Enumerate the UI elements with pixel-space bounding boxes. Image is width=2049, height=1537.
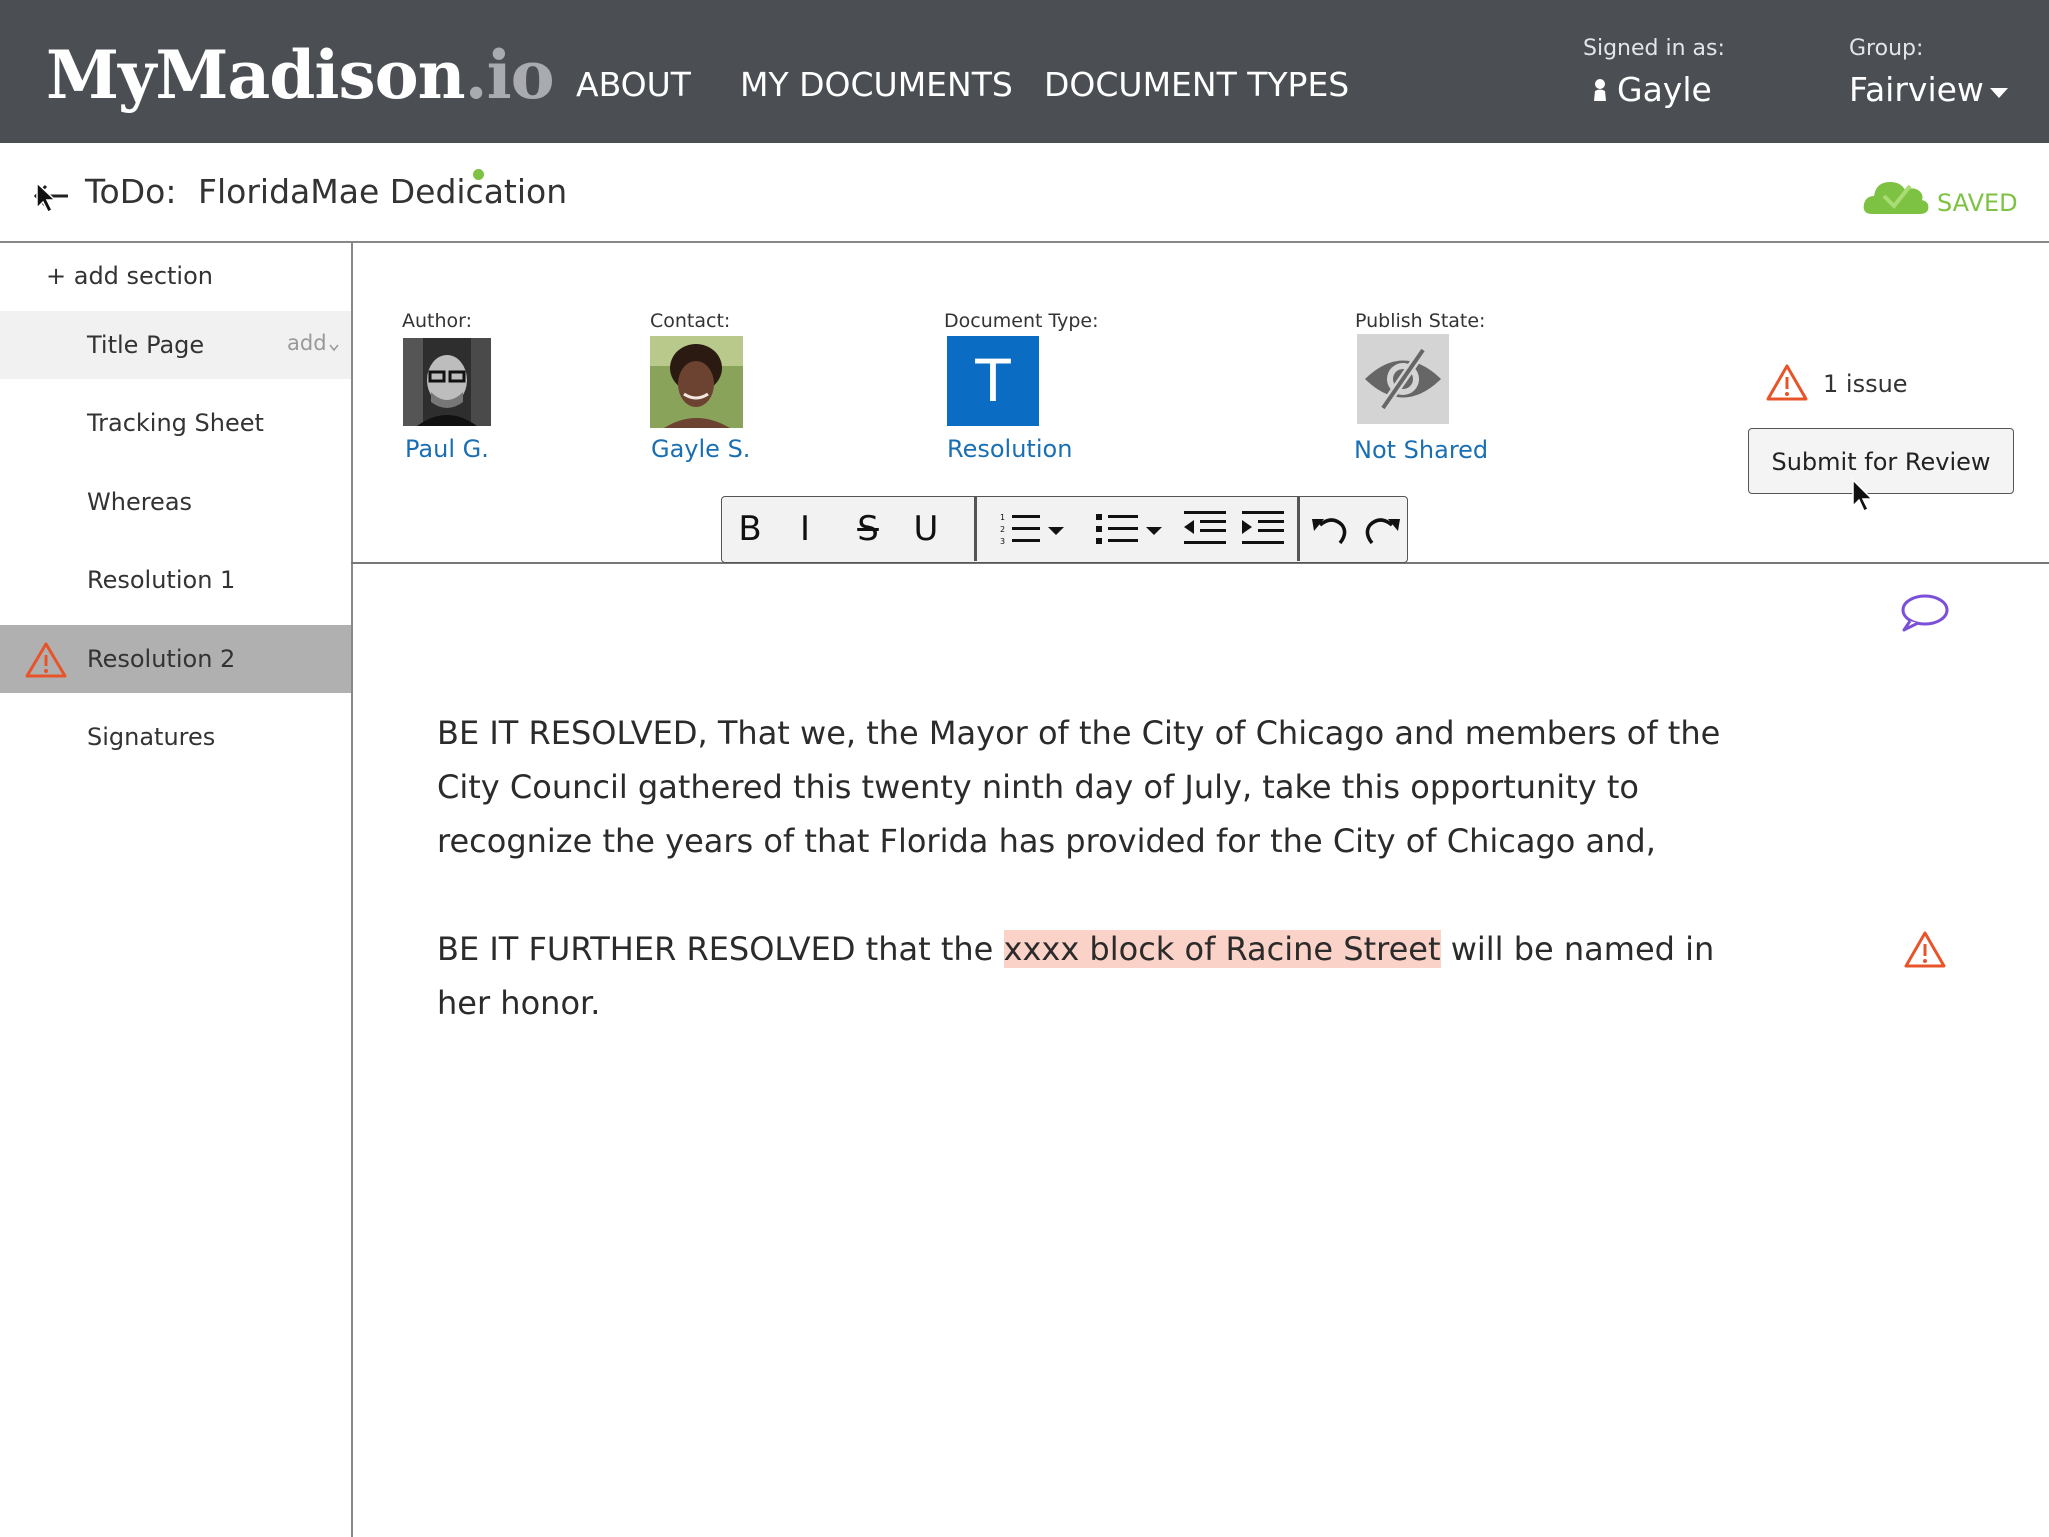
- group-select[interactable]: Fairview: [1849, 70, 1984, 109]
- back-arrow-icon[interactable]: [30, 178, 70, 214]
- toolbar-divider: [974, 497, 977, 561]
- signed-in-label: Signed in as:: [1583, 36, 1725, 61]
- document-type-link[interactable]: Resolution: [947, 435, 1072, 463]
- signed-in-user[interactable]: Gayle: [1617, 70, 1712, 109]
- warning-icon: [25, 642, 67, 678]
- redo-icon[interactable]: [1362, 511, 1402, 547]
- bold-button[interactable]: B: [732, 509, 768, 549]
- underline-button[interactable]: U: [908, 509, 944, 549]
- app-logo[interactable]: MyMadison.io: [46, 36, 555, 114]
- group-label: Group:: [1849, 36, 1924, 61]
- author-name-link[interactable]: Paul G.: [405, 435, 489, 463]
- strikethrough-button[interactable]: S: [850, 509, 886, 549]
- add-section-button[interactable]: + add section: [46, 262, 213, 290]
- contact-label: Contact:: [650, 310, 731, 332]
- sidebar-item-resolution-1[interactable]: Resolution 1: [0, 546, 351, 614]
- indent-icon[interactable]: [1240, 509, 1286, 547]
- flagged-text-highlight[interactable]: xxxx block of Racine Street: [1003, 930, 1441, 968]
- sidebar-item-title-page[interactable]: Title Page add: [0, 311, 351, 379]
- sidebar-item-whereas[interactable]: Whereas: [0, 468, 351, 536]
- formatting-toolbar: B I S U 1 2 3: [721, 496, 1408, 563]
- contact-name-link[interactable]: Gayle S.: [651, 435, 750, 463]
- sidebar-item-signatures[interactable]: Signatures: [0, 703, 351, 771]
- document-type-icon[interactable]: T: [947, 336, 1039, 426]
- numbered-list-icon[interactable]: 1 2 3: [1000, 511, 1070, 547]
- sidebar-item-label: Resolution 2: [87, 645, 236, 673]
- publish-state-link[interactable]: Not Shared: [1354, 436, 1488, 464]
- sidebar-item-label: Tracking Sheet: [87, 409, 264, 437]
- sidebar-item-label: Whereas: [87, 488, 193, 516]
- sidebar-item-label: Signatures: [87, 723, 216, 751]
- nav-my-documents[interactable]: MY DOCUMENTS: [740, 65, 1013, 104]
- add-subsection-button[interactable]: add: [287, 331, 327, 355]
- resolution-paragraph-1[interactable]: BE IT RESOLVED, That we, the Mayor of th…: [437, 706, 1727, 868]
- chevron-down-icon[interactable]: [329, 344, 339, 352]
- publish-state-button[interactable]: [1357, 334, 1449, 424]
- contact-avatar[interactable]: [650, 336, 743, 428]
- svg-text:2: 2: [1000, 525, 1005, 534]
- chevron-down-icon[interactable]: [1990, 88, 2008, 98]
- sidebar-item-label: Resolution 1: [87, 566, 236, 594]
- italic-button[interactable]: I: [792, 509, 818, 549]
- sidebar-item-tracking-sheet[interactable]: Tracking Sheet: [0, 389, 351, 457]
- bullet-list-icon[interactable]: [1096, 511, 1166, 547]
- author-avatar[interactable]: [403, 338, 491, 426]
- author-label: Author:: [402, 310, 473, 332]
- user-icon: [1594, 79, 1606, 101]
- undo-icon[interactable]: [1310, 511, 1350, 547]
- resolution-paragraph-2[interactable]: BE IT FURTHER RESOLVED that the xxxx blo…: [437, 922, 1727, 1030]
- cursor-dot-icon: [473, 169, 484, 180]
- svg-text:1: 1: [1000, 513, 1005, 522]
- nav-document-types[interactable]: DOCUMENT TYPES: [1044, 65, 1349, 104]
- saved-status: SAVED: [1937, 189, 2018, 217]
- warning-icon: [1766, 364, 1808, 401]
- nav-about[interactable]: ABOUT: [576, 65, 691, 104]
- sidebar-item-label: Title Page: [87, 331, 205, 359]
- document-title[interactable]: FloridaMae Dedication: [198, 172, 567, 211]
- warning-icon[interactable]: [1903, 930, 1947, 970]
- mouse-cursor-icon: [1852, 478, 1874, 513]
- comment-icon[interactable]: [1900, 592, 1950, 632]
- issues-count[interactable]: 1 issue: [1823, 370, 1908, 398]
- sidebar-item-resolution-2[interactable]: Resolution 2: [0, 625, 351, 693]
- eye-slash-icon: [1365, 347, 1441, 411]
- svg-text:3: 3: [1000, 537, 1005, 546]
- todo-label: ToDo:: [85, 172, 177, 211]
- cloud-check-icon: [1863, 182, 1929, 214]
- submit-for-review-button[interactable]: Submit for Review: [1748, 428, 2014, 494]
- publish-state-label: Publish State:: [1355, 310, 1486, 332]
- outdent-icon[interactable]: [1182, 509, 1228, 547]
- toolbar-divider: [1297, 497, 1300, 561]
- document-type-label: Document Type:: [944, 310, 1099, 332]
